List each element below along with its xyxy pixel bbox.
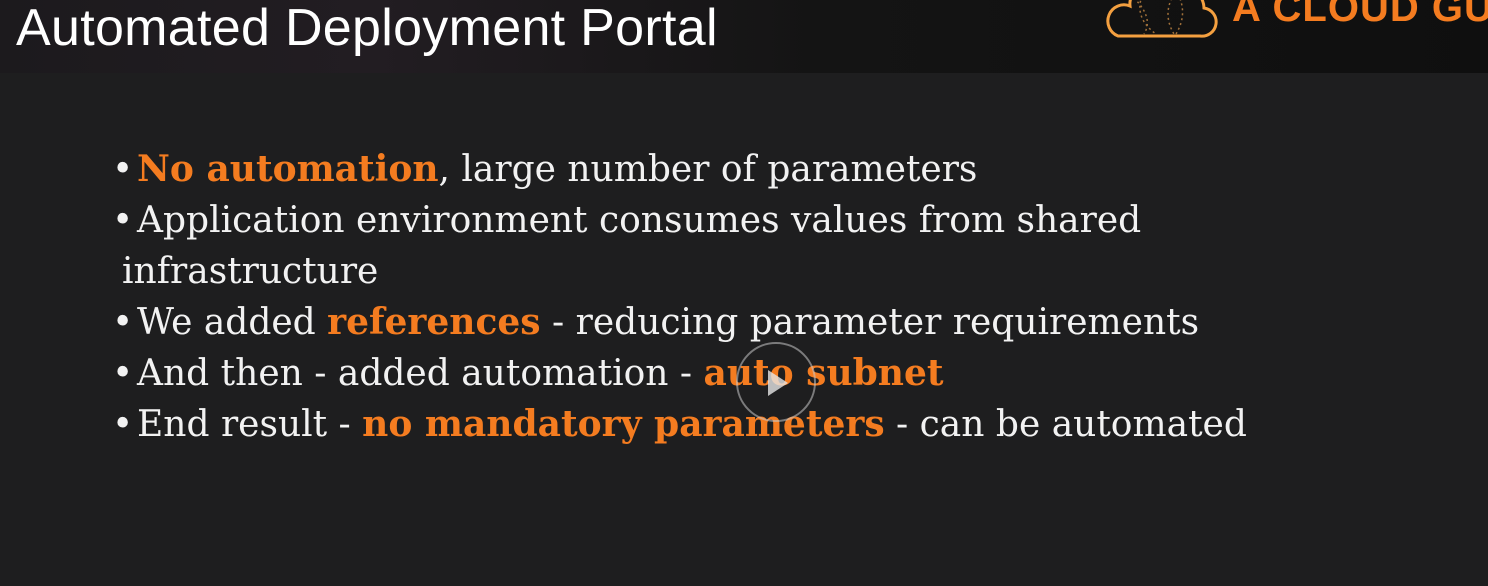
bullet-item: • No automation, large number of paramete… (112, 144, 1412, 195)
bullet-item: • We added references - reducing paramete… (112, 297, 1412, 348)
play-button[interactable] (736, 342, 816, 422)
bullet-text: infrastructure (122, 251, 379, 292)
bullet-text: - reducing parameter requirements (540, 302, 1200, 343)
slide-title: Automated Deployment Portal (16, 0, 718, 57)
bullet-text: , large number of parameters (438, 149, 978, 190)
bullet-text: We added (137, 302, 328, 343)
bullet-continuation: infrastructure (112, 246, 1412, 297)
highlight-text: no mandatory parameters (362, 403, 885, 445)
header-bar: Automated Deployment Portal A CLOUD GURU (0, 0, 1488, 73)
bullet-text: - can be automated (884, 404, 1247, 445)
highlight-text: references (327, 301, 541, 343)
cloud-logo-icon (1106, 0, 1218, 38)
bullet-text: And then - added automation - (137, 353, 704, 394)
highlight-text: No automation (137, 148, 439, 190)
play-icon (768, 370, 788, 396)
bullet-text: Application environment consumes values … (137, 200, 1142, 241)
bullet-dot: • (112, 353, 134, 394)
bullet-dot: • (112, 200, 134, 241)
bullet-text: End result - (137, 404, 363, 445)
bullet-dot: • (112, 149, 134, 190)
bullet-item: • Application environment consumes values… (112, 195, 1412, 246)
bullet-dot: • (112, 302, 134, 343)
logo-text: A CLOUD GURU (1232, 0, 1488, 30)
bullet-dot: • (112, 404, 134, 445)
